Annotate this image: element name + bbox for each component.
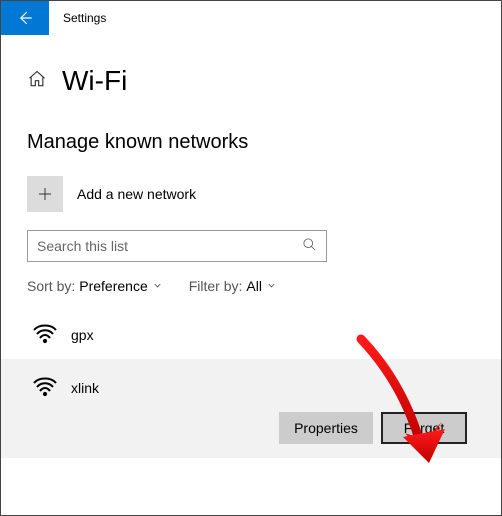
section-title: Manage known networks	[27, 131, 475, 154]
add-network-button[interactable]: Add a new network	[27, 176, 475, 212]
network-name: gpx	[71, 327, 94, 343]
network-item[interactable]: gpx	[27, 310, 475, 359]
wifi-icon	[33, 322, 57, 347]
filter-label: Filter by:	[189, 278, 243, 294]
home-icon[interactable]	[27, 69, 47, 94]
plus-icon	[27, 176, 63, 212]
back-button[interactable]	[1, 1, 49, 35]
chevron-down-icon	[266, 278, 277, 294]
wifi-icon	[33, 375, 57, 400]
network-item-selected[interactable]: xlink Properties Forget	[1, 359, 501, 458]
search-icon	[302, 237, 317, 255]
window-title: Settings	[49, 11, 106, 25]
network-name: xlink	[71, 380, 99, 396]
sort-by-dropdown[interactable]: Sort by: Preference	[27, 278, 163, 294]
add-network-label: Add a new network	[77, 186, 196, 202]
sort-label: Sort by:	[27, 278, 75, 294]
forget-button[interactable]: Forget	[381, 412, 467, 444]
filter-value: All	[246, 278, 262, 294]
page-title: Wi-Fi	[62, 65, 127, 97]
search-input[interactable]: Search this list	[27, 230, 327, 262]
chevron-down-icon	[152, 278, 163, 294]
filter-by-dropdown[interactable]: Filter by: All	[189, 278, 277, 294]
properties-button[interactable]: Properties	[279, 412, 373, 444]
search-placeholder: Search this list	[37, 238, 128, 254]
sort-value: Preference	[79, 278, 147, 294]
